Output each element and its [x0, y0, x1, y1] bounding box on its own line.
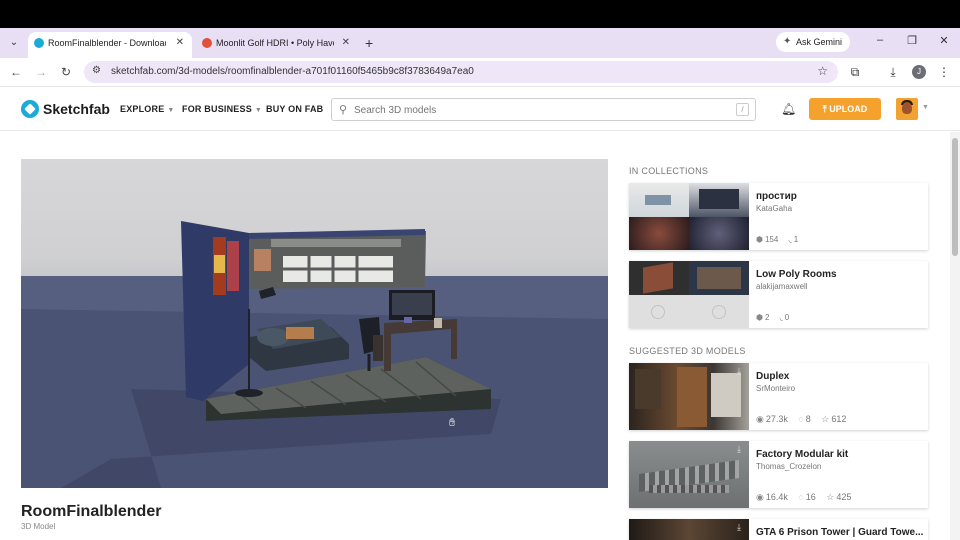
close-window-icon[interactable]: ✕ [936, 34, 952, 47]
model-card-stats: ◉ 16.4k ◌ 16 ☆ 425 [756, 492, 852, 502]
chevron-down-icon: ▼ [254, 107, 263, 114]
suggested-model-card[interactable]: ⤓ Factory Modular kit Thomas_Crozelon ◉ 1… [629, 441, 928, 508]
extensions-icon[interactable]: ⧉ [847, 65, 863, 80]
collection-card[interactable]: простир KataGaha ⬢ 154 ◟ 1 [629, 183, 928, 250]
browser-profile-avatar[interactable]: J [912, 65, 926, 79]
sketchfab-favicon-icon [34, 38, 44, 48]
url-text: sketchfab.com/3d-models/roomfinalblender… [111, 66, 474, 77]
collection-stats: ⬢ 154 ◟ 1 [756, 235, 799, 244]
collection-thumbnail [629, 183, 749, 250]
gemini-sparkle-icon: ✦ [783, 36, 792, 47]
ask-gemini-button[interactable]: ✦ Ask Gemini [776, 32, 850, 52]
new-tab-plus-icon[interactable]: + [365, 34, 373, 52]
model-thumbnail [629, 363, 749, 430]
suggested-model-card[interactable]: ⤓ GTA 6 Prison Tower | Guard Towe... [629, 519, 928, 540]
forward-arrow-icon[interactable]: → [33, 64, 49, 80]
site-header: Sketchfab EXPLORE ▼ FOR BUSINESS ▼ BUY ON … [0, 88, 960, 131]
star-icon: ☆ [821, 414, 830, 424]
search-box: ⚲ / [331, 98, 756, 121]
eye-icon: ◉ [756, 414, 764, 424]
search-input[interactable] [354, 102, 724, 118]
tab-strip: ⌄ RoomFinalblender - Download ✕ Moonlit … [0, 28, 960, 58]
3d-scene-render [21, 221, 608, 488]
collection-title: Low Poly Rooms [756, 269, 837, 280]
close-tab-icon[interactable]: ✕ [342, 32, 350, 54]
collection-thumbnail [629, 261, 749, 328]
model-card-author: SrMonteiro [756, 384, 796, 393]
address-bar[interactable]: ⚙ sketchfab.com/3d-models/roomfinalblend… [84, 61, 838, 83]
model-card-stats: ◉ 27.3k ◌ 8 ☆ 612 [756, 414, 847, 424]
upload-button[interactable]: ⤒ UPLOAD [809, 98, 881, 120]
scrollbar-thumb[interactable] [952, 138, 958, 256]
nav-for-business[interactable]: FOR BUSINESS ▼ [182, 104, 262, 114]
eye-icon: ◉ [756, 492, 764, 502]
comment-icon: ◌ [798, 492, 804, 502]
collection-author: alakijamaxwell [756, 282, 808, 291]
star-icon: ☆ [826, 492, 835, 502]
tab-sketchfab[interactable]: RoomFinalblender - Download ✕ [28, 32, 192, 58]
nav-buy-on-fab[interactable]: BUY ON FAB [266, 104, 323, 114]
sketchfab-logo-icon [21, 100, 39, 118]
model-thumbnail [629, 519, 749, 540]
comment-icon: ◌ [798, 414, 804, 424]
restore-icon[interactable]: ❐ [904, 34, 920, 47]
hand-cursor-icon: ✋︎ [449, 417, 456, 429]
reload-icon[interactable]: ↻ [58, 64, 74, 80]
search-shortcut-hint: / [736, 103, 749, 116]
tab-search-chevron-icon[interactable]: ⌄ [5, 34, 23, 52]
suggested-model-card[interactable]: ⤓ Duplex SrMonteiro ◉ 27.3k ◌ 8 ☆ 612 [629, 363, 928, 430]
collection-stats: ⬢ 2 ◟ 0 [756, 313, 790, 322]
gemini-label: Ask Gemini [796, 37, 843, 47]
collection-title: простир [756, 191, 797, 202]
page-scrollbar[interactable] [950, 132, 960, 540]
chevron-down-icon[interactable]: ▼ [922, 104, 929, 111]
back-arrow-icon[interactable]: ← [8, 64, 24, 80]
model-title: RoomFinalblender [21, 503, 162, 520]
minimize-icon[interactable]: – [872, 34, 888, 46]
nav-explore[interactable]: EXPLORE ▼ [120, 104, 175, 114]
collections-heading: IN COLLECTIONS [629, 166, 709, 176]
search-icon: ⚲ [339, 104, 348, 116]
bookmark-star-icon[interactable]: ☆ [817, 64, 828, 78]
rss-icon: ◟ [788, 235, 792, 244]
logo-text: Sketchfab [43, 101, 110, 117]
model-thumbnail [629, 441, 749, 508]
model-card-title: GTA 6 Prison Tower | Guard Towe... [756, 527, 924, 538]
site-info-icon[interactable]: ⚙ [92, 65, 101, 76]
browser-menu-icon[interactable]: ⋮ [936, 65, 952, 79]
model-subtitle: 3D Model [21, 522, 56, 531]
collection-card[interactable]: Low Poly Rooms alakijamaxwell ⬢ 2 ◟ 0 [629, 261, 928, 328]
collection-author: KataGaha [756, 204, 793, 213]
close-tab-icon[interactable]: ✕ [176, 32, 184, 54]
model-card-title: Duplex [756, 371, 790, 382]
model-card-title: Factory Modular kit [756, 449, 849, 460]
notifications-bell-icon[interactable]: 🔔︎ [781, 102, 796, 116]
model-card-author: Thomas_Crozelon [756, 462, 822, 471]
polyhaven-favicon-icon [202, 38, 212, 48]
browser-toolbar: ← → ↻ ⚙ sketchfab.com/3d-models/roomfina… [0, 58, 960, 87]
tab-polyhaven[interactable]: Moonlit Golf HDRI • Poly Haven ✕ [196, 32, 358, 58]
rss-icon: ◟ [779, 313, 783, 322]
cube-icon: ⬢ [756, 235, 763, 244]
tab-title: Moonlit Golf HDRI • Poly Haven [216, 38, 334, 48]
browser-window: ⌄ RoomFinalblender - Download ✕ Moonlit … [0, 28, 960, 540]
downloads-icon[interactable]: ⤓ [885, 65, 901, 80]
3d-model-viewer[interactable]: ✋︎ [21, 159, 608, 488]
user-avatar[interactable] [896, 98, 918, 120]
chevron-down-icon: ▼ [167, 107, 175, 114]
suggested-heading: SUGGESTED 3D MODELS [629, 346, 746, 356]
cube-icon: ⬢ [756, 313, 763, 322]
tab-title: RoomFinalblender - Download [48, 38, 166, 48]
